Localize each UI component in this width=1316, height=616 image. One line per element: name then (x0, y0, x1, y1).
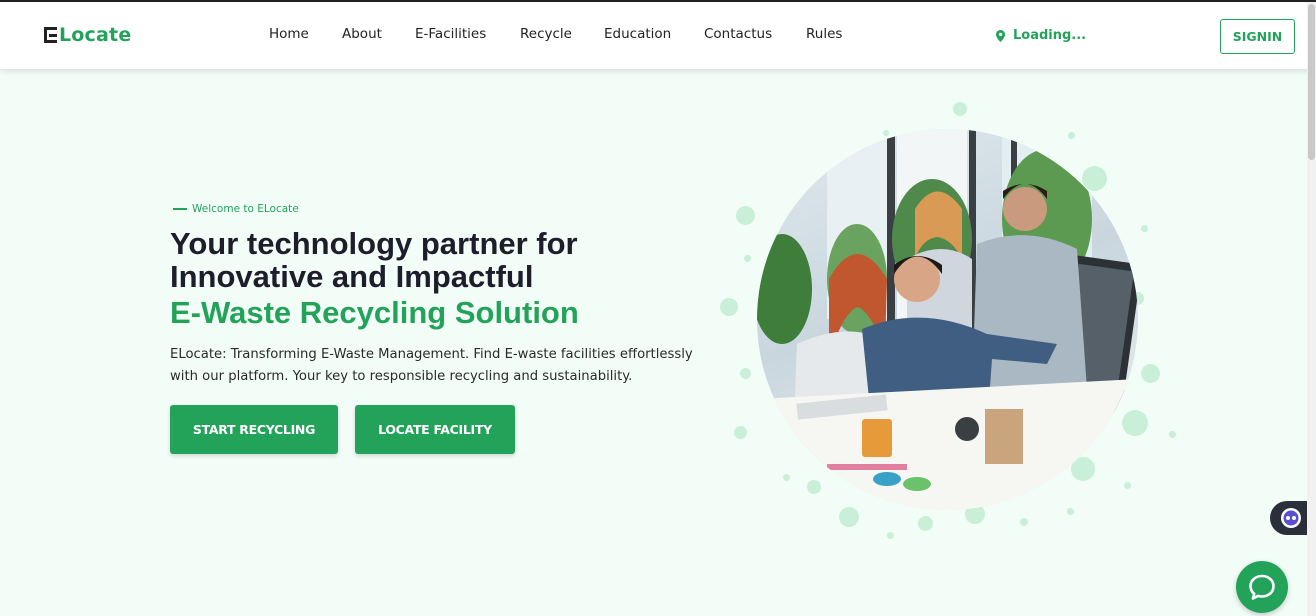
nav-home[interactable]: Home (269, 26, 309, 42)
hero-description: ELocate: Transforming E-Waste Management… (170, 347, 693, 384)
nav-e-facilities[interactable]: E-Facilities (415, 26, 486, 42)
nav-contactus[interactable]: Contactus (704, 26, 772, 42)
brand-logo[interactable]: Locate (44, 24, 131, 46)
nav-rules[interactable]: Rules (806, 26, 842, 42)
tagline-text: Welcome to ELocate (192, 203, 299, 215)
nav-recycle[interactable]: Recycle (520, 26, 572, 42)
scrollbar-thumb[interactable] (1308, 4, 1315, 160)
brand-name: Locate (59, 24, 132, 46)
map-pin-icon (996, 29, 1005, 42)
headline-line-1: Your technology partner for (170, 226, 578, 261)
location-text: Loading... (1013, 28, 1087, 43)
signin-button[interactable]: SIGNIN (1220, 19, 1295, 54)
chat-button[interactable] (1236, 561, 1288, 613)
location-indicator[interactable]: Loading... (996, 28, 1086, 43)
nav-about[interactable]: About (342, 26, 382, 42)
headline-line-2: Innovative and Impactful (170, 259, 534, 294)
logo-e-icon (44, 27, 58, 43)
nav-education[interactable]: Education (604, 26, 671, 42)
top-navbar: Locate Home About E-Facilities Recycle E… (0, 2, 1316, 69)
team-illustration (757, 129, 1138, 510)
hero-team-photo (757, 129, 1138, 510)
tagline-dash (173, 208, 187, 210)
start-recycling-button[interactable]: START RECYCLING (170, 405, 338, 454)
hero-tagline: Welcome to ELocate (173, 203, 299, 215)
hero-headline: Your technology partner for Innovative a… (170, 227, 578, 293)
chat-bubble-icon (1249, 574, 1275, 600)
page-scrollbar[interactable] (1307, 2, 1316, 616)
locate-facility-button[interactable]: LOCATE FACILITY (355, 405, 515, 454)
hero-headline-highlight: E-Waste Recycling Solution (170, 295, 579, 330)
chatbot-icon (1281, 508, 1301, 528)
